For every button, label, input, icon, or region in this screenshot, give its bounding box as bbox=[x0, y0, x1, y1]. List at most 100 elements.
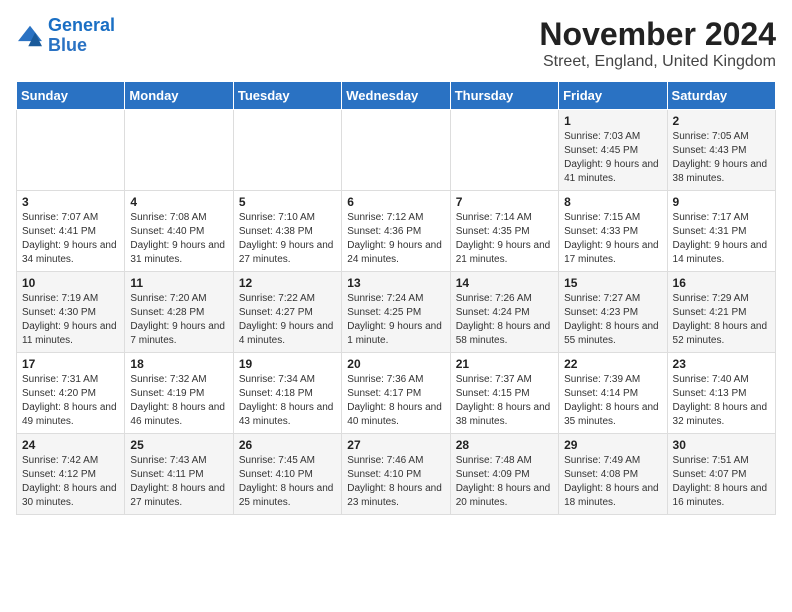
day-info: Sunrise: 7:49 AM Sunset: 4:08 PM Dayligh… bbox=[564, 454, 661, 510]
day-number: 28 bbox=[456, 438, 553, 452]
calendar-cell: 29 Sunrise: 7:49 AM Sunset: 4:08 PM Dayli… bbox=[559, 434, 667, 515]
day-info: Sunrise: 7:34 AM Sunset: 4:18 PM Dayligh… bbox=[239, 373, 336, 429]
day-info: Sunrise: 7:14 AM Sunset: 4:35 PM Dayligh… bbox=[456, 211, 553, 267]
calendar-cell: 30 Sunrise: 7:51 AM Sunset: 4:07 PM Dayli… bbox=[667, 434, 775, 515]
calendar-cell: 3 Sunrise: 7:07 AM Sunset: 4:41 PM Daylig… bbox=[17, 191, 125, 272]
day-number: 12 bbox=[239, 276, 336, 290]
header-monday: Monday bbox=[125, 82, 233, 110]
day-number: 25 bbox=[130, 438, 227, 452]
day-number: 14 bbox=[456, 276, 553, 290]
day-info: Sunrise: 7:07 AM Sunset: 4:41 PM Dayligh… bbox=[22, 211, 119, 267]
day-number: 21 bbox=[456, 357, 553, 371]
day-number: 11 bbox=[130, 276, 227, 290]
day-number: 5 bbox=[239, 195, 336, 209]
calendar-cell: 15 Sunrise: 7:27 AM Sunset: 4:23 PM Dayli… bbox=[559, 272, 667, 353]
day-number: 8 bbox=[564, 195, 661, 209]
day-info: Sunrise: 7:22 AM Sunset: 4:27 PM Dayligh… bbox=[239, 292, 336, 348]
day-info: Sunrise: 7:45 AM Sunset: 4:10 PM Dayligh… bbox=[239, 454, 336, 510]
calendar-week-row: 10 Sunrise: 7:19 AM Sunset: 4:30 PM Dayli… bbox=[17, 272, 776, 353]
day-info: Sunrise: 7:12 AM Sunset: 4:36 PM Dayligh… bbox=[347, 211, 444, 267]
calendar-cell bbox=[450, 110, 558, 191]
calendar-cell: 28 Sunrise: 7:48 AM Sunset: 4:09 PM Dayli… bbox=[450, 434, 558, 515]
main-title: November 2024 bbox=[539, 16, 776, 53]
header-friday: Friday bbox=[559, 82, 667, 110]
day-info: Sunrise: 7:32 AM Sunset: 4:19 PM Dayligh… bbox=[130, 373, 227, 429]
day-number: 16 bbox=[673, 276, 770, 290]
day-number: 29 bbox=[564, 438, 661, 452]
day-number: 2 bbox=[673, 114, 770, 128]
header-sunday: Sunday bbox=[17, 82, 125, 110]
day-info: Sunrise: 7:39 AM Sunset: 4:14 PM Dayligh… bbox=[564, 373, 661, 429]
day-info: Sunrise: 7:05 AM Sunset: 4:43 PM Dayligh… bbox=[673, 130, 770, 186]
day-info: Sunrise: 7:19 AM Sunset: 4:30 PM Dayligh… bbox=[22, 292, 119, 348]
day-info: Sunrise: 7:43 AM Sunset: 4:11 PM Dayligh… bbox=[130, 454, 227, 510]
day-number: 9 bbox=[673, 195, 770, 209]
header-wednesday: Wednesday bbox=[342, 82, 450, 110]
day-info: Sunrise: 7:26 AM Sunset: 4:24 PM Dayligh… bbox=[456, 292, 553, 348]
calendar-cell: 27 Sunrise: 7:46 AM Sunset: 4:10 PM Dayli… bbox=[342, 434, 450, 515]
calendar-cell bbox=[125, 110, 233, 191]
day-info: Sunrise: 7:27 AM Sunset: 4:23 PM Dayligh… bbox=[564, 292, 661, 348]
calendar-cell: 7 Sunrise: 7:14 AM Sunset: 4:35 PM Daylig… bbox=[450, 191, 558, 272]
calendar-cell: 25 Sunrise: 7:43 AM Sunset: 4:11 PM Dayli… bbox=[125, 434, 233, 515]
logo-text: General Blue bbox=[48, 16, 115, 56]
logo-line2: Blue bbox=[48, 35, 87, 55]
calendar-cell: 9 Sunrise: 7:17 AM Sunset: 4:31 PM Daylig… bbox=[667, 191, 775, 272]
day-number: 1 bbox=[564, 114, 661, 128]
day-number: 30 bbox=[673, 438, 770, 452]
day-info: Sunrise: 7:03 AM Sunset: 4:45 PM Dayligh… bbox=[564, 130, 661, 186]
day-info: Sunrise: 7:37 AM Sunset: 4:15 PM Dayligh… bbox=[456, 373, 553, 429]
header-saturday: Saturday bbox=[667, 82, 775, 110]
day-number: 10 bbox=[22, 276, 119, 290]
calendar-cell: 10 Sunrise: 7:19 AM Sunset: 4:30 PM Dayli… bbox=[17, 272, 125, 353]
calendar-cell: 18 Sunrise: 7:32 AM Sunset: 4:19 PM Dayli… bbox=[125, 353, 233, 434]
day-number: 3 bbox=[22, 195, 119, 209]
day-info: Sunrise: 7:20 AM Sunset: 4:28 PM Dayligh… bbox=[130, 292, 227, 348]
calendar-cell: 13 Sunrise: 7:24 AM Sunset: 4:25 PM Dayli… bbox=[342, 272, 450, 353]
calendar-cell: 16 Sunrise: 7:29 AM Sunset: 4:21 PM Dayli… bbox=[667, 272, 775, 353]
calendar-cell: 21 Sunrise: 7:37 AM Sunset: 4:15 PM Dayli… bbox=[450, 353, 558, 434]
day-number: 15 bbox=[564, 276, 661, 290]
day-number: 27 bbox=[347, 438, 444, 452]
calendar-cell: 1 Sunrise: 7:03 AM Sunset: 4:45 PM Daylig… bbox=[559, 110, 667, 191]
day-info: Sunrise: 7:17 AM Sunset: 4:31 PM Dayligh… bbox=[673, 211, 770, 267]
title-block: November 2024 Street, England, United Ki… bbox=[539, 16, 776, 71]
day-info: Sunrise: 7:10 AM Sunset: 4:38 PM Dayligh… bbox=[239, 211, 336, 267]
day-number: 19 bbox=[239, 357, 336, 371]
calendar-cell: 2 Sunrise: 7:05 AM Sunset: 4:43 PM Daylig… bbox=[667, 110, 775, 191]
header-thursday: Thursday bbox=[450, 82, 558, 110]
calendar-cell: 17Sunrise: 7:31 AM Sunset: 4:20 PM Dayli… bbox=[17, 353, 125, 434]
calendar-cell: 22 Sunrise: 7:39 AM Sunset: 4:14 PM Dayli… bbox=[559, 353, 667, 434]
calendar-cell: 24Sunrise: 7:42 AM Sunset: 4:12 PM Dayli… bbox=[17, 434, 125, 515]
day-number: 20 bbox=[347, 357, 444, 371]
calendar-table: SundayMondayTuesdayWednesdayThursdayFrid… bbox=[16, 81, 776, 515]
calendar-week-row: 3 Sunrise: 7:07 AM Sunset: 4:41 PM Daylig… bbox=[17, 191, 776, 272]
calendar-cell: 4Sunrise: 7:08 AM Sunset: 4:40 PM Daylig… bbox=[125, 191, 233, 272]
calendar-cell bbox=[342, 110, 450, 191]
calendar-cell: 26 Sunrise: 7:45 AM Sunset: 4:10 PM Dayli… bbox=[233, 434, 341, 515]
day-number: 26 bbox=[239, 438, 336, 452]
calendar-cell: 19 Sunrise: 7:34 AM Sunset: 4:18 PM Dayli… bbox=[233, 353, 341, 434]
day-number: 13 bbox=[347, 276, 444, 290]
calendar-cell: 14 Sunrise: 7:26 AM Sunset: 4:24 PM Dayli… bbox=[450, 272, 558, 353]
calendar-cell bbox=[17, 110, 125, 191]
day-number: 18 bbox=[130, 357, 227, 371]
day-info: Sunrise: 7:48 AM Sunset: 4:09 PM Dayligh… bbox=[456, 454, 553, 510]
day-info: Sunrise: 7:36 AM Sunset: 4:17 PM Dayligh… bbox=[347, 373, 444, 429]
logo-icon bbox=[16, 24, 44, 48]
day-number: 7 bbox=[456, 195, 553, 209]
calendar-cell bbox=[233, 110, 341, 191]
calendar-cell: 6Sunrise: 7:12 AM Sunset: 4:36 PM Daylig… bbox=[342, 191, 450, 272]
day-info: Sunrise: 7:31 AM Sunset: 4:20 PM Dayligh… bbox=[22, 373, 119, 429]
day-info: Sunrise: 7:42 AM Sunset: 4:12 PM Dayligh… bbox=[22, 454, 119, 510]
day-info: Sunrise: 7:40 AM Sunset: 4:13 PM Dayligh… bbox=[673, 373, 770, 429]
day-number: 22 bbox=[564, 357, 661, 371]
day-number: 4 bbox=[130, 195, 227, 209]
day-info: Sunrise: 7:51 AM Sunset: 4:07 PM Dayligh… bbox=[673, 454, 770, 510]
day-info: Sunrise: 7:24 AM Sunset: 4:25 PM Dayligh… bbox=[347, 292, 444, 348]
header-tuesday: Tuesday bbox=[233, 82, 341, 110]
day-info: Sunrise: 7:46 AM Sunset: 4:10 PM Dayligh… bbox=[347, 454, 444, 510]
calendar-week-row: 17Sunrise: 7:31 AM Sunset: 4:20 PM Dayli… bbox=[17, 353, 776, 434]
day-info: Sunrise: 7:29 AM Sunset: 4:21 PM Dayligh… bbox=[673, 292, 770, 348]
calendar-cell: 23Sunrise: 7:40 AM Sunset: 4:13 PM Dayli… bbox=[667, 353, 775, 434]
